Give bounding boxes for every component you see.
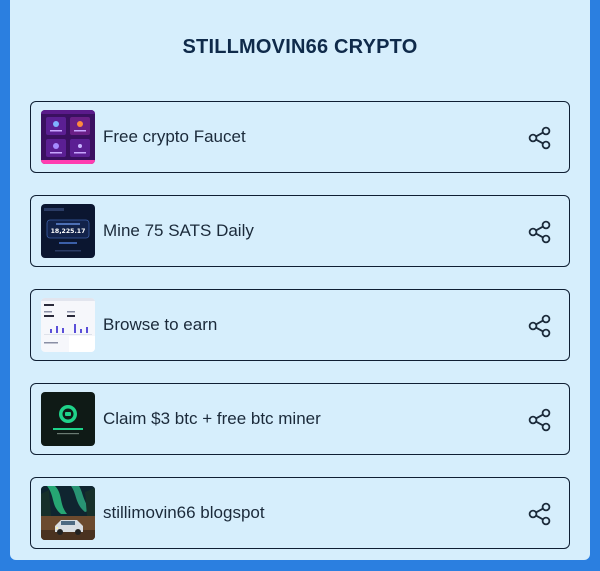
- browser-dashboard-thumbnail: [41, 298, 95, 352]
- link-card-browse-to-earn[interactable]: Browse to earn: [30, 289, 570, 361]
- link-card-claim-btc[interactable]: Claim $3 btc + free btc miner: [30, 383, 570, 455]
- mining-balance-thumbnail: 18,225.17: [41, 204, 95, 258]
- share-icon[interactable]: [527, 219, 553, 245]
- mining-balance-value: 18,225.17: [51, 228, 86, 235]
- link-label: Claim $3 btc + free btc miner: [103, 409, 321, 428]
- link-label: stillimovin66 blogspot: [103, 503, 265, 522]
- page-title: STILLMOVIN66 CRYPTO: [182, 36, 418, 58]
- link-label: Free crypto Faucet: [103, 127, 246, 146]
- link-list: Free crypto Faucet 18,225.17 Mine 75 SAT…: [30, 101, 570, 571]
- share-icon[interactable]: [527, 125, 553, 151]
- share-icon[interactable]: [527, 407, 553, 433]
- aurora-car-photo-thumbnail: [41, 486, 95, 540]
- link-card-free-crypto-faucet[interactable]: Free crypto Faucet: [30, 101, 570, 173]
- link-label: Browse to earn: [103, 315, 218, 334]
- faucet-app-thumbnail: [41, 110, 95, 164]
- btc-miner-promo-thumbnail: [41, 392, 95, 446]
- share-icon[interactable]: [527, 313, 553, 339]
- link-card-mine-75-sats[interactable]: 18,225.17 Mine 75 SATS Daily: [30, 195, 570, 267]
- profile-panel: STILLMOVIN66 CRYPTO Free crypto Faucet 1…: [10, 0, 590, 560]
- share-icon[interactable]: [527, 501, 553, 527]
- link-card-blogspot[interactable]: stillimovin66 blogspot: [30, 477, 570, 549]
- link-label: Mine 75 SATS Daily: [103, 221, 254, 240]
